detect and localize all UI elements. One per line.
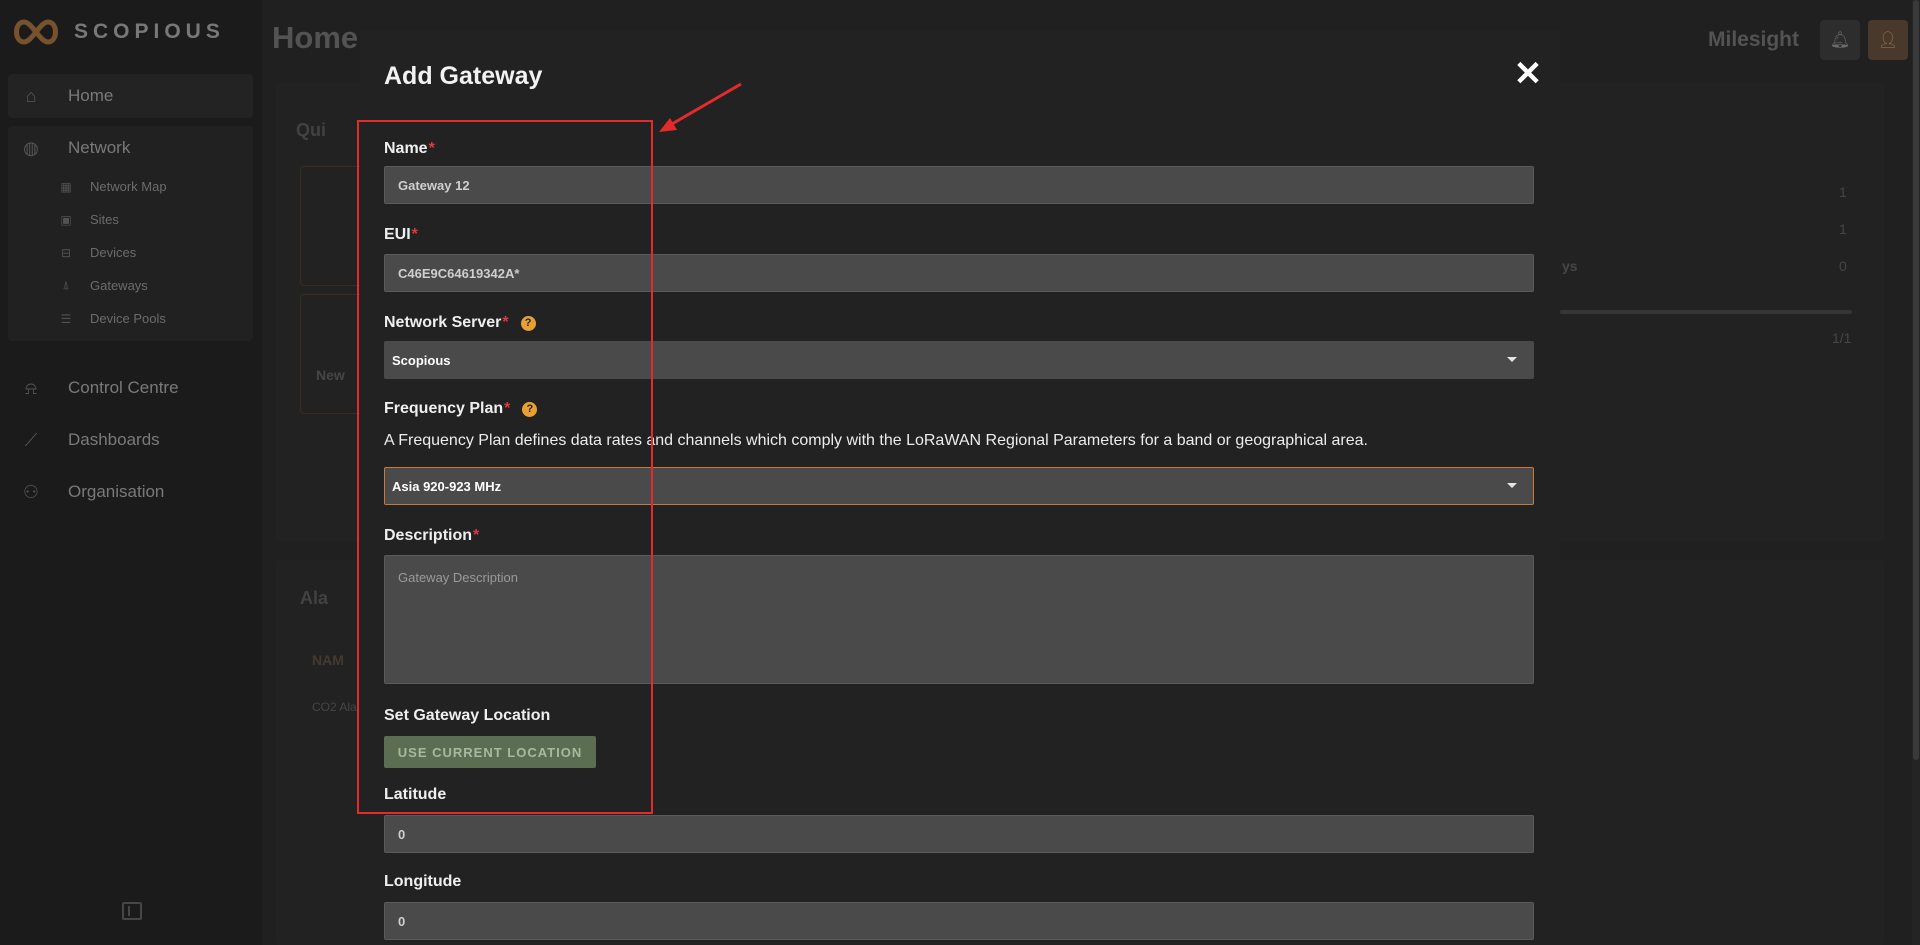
longitude-label: Longitude [384, 873, 461, 891]
annotation-arrow-icon [659, 82, 742, 132]
annotation-highlight-box [357, 120, 653, 814]
modal-title: Add Gateway [384, 62, 543, 90]
longitude-field[interactable]: 0 [384, 902, 1534, 940]
chevron-down-icon [1507, 357, 1517, 362]
chevron-down-icon [1507, 483, 1517, 488]
close-icon[interactable]: ✕ [1512, 57, 1544, 91]
longitude-label-text: Longitude [384, 873, 462, 890]
latitude-field[interactable]: 0 [384, 815, 1534, 853]
